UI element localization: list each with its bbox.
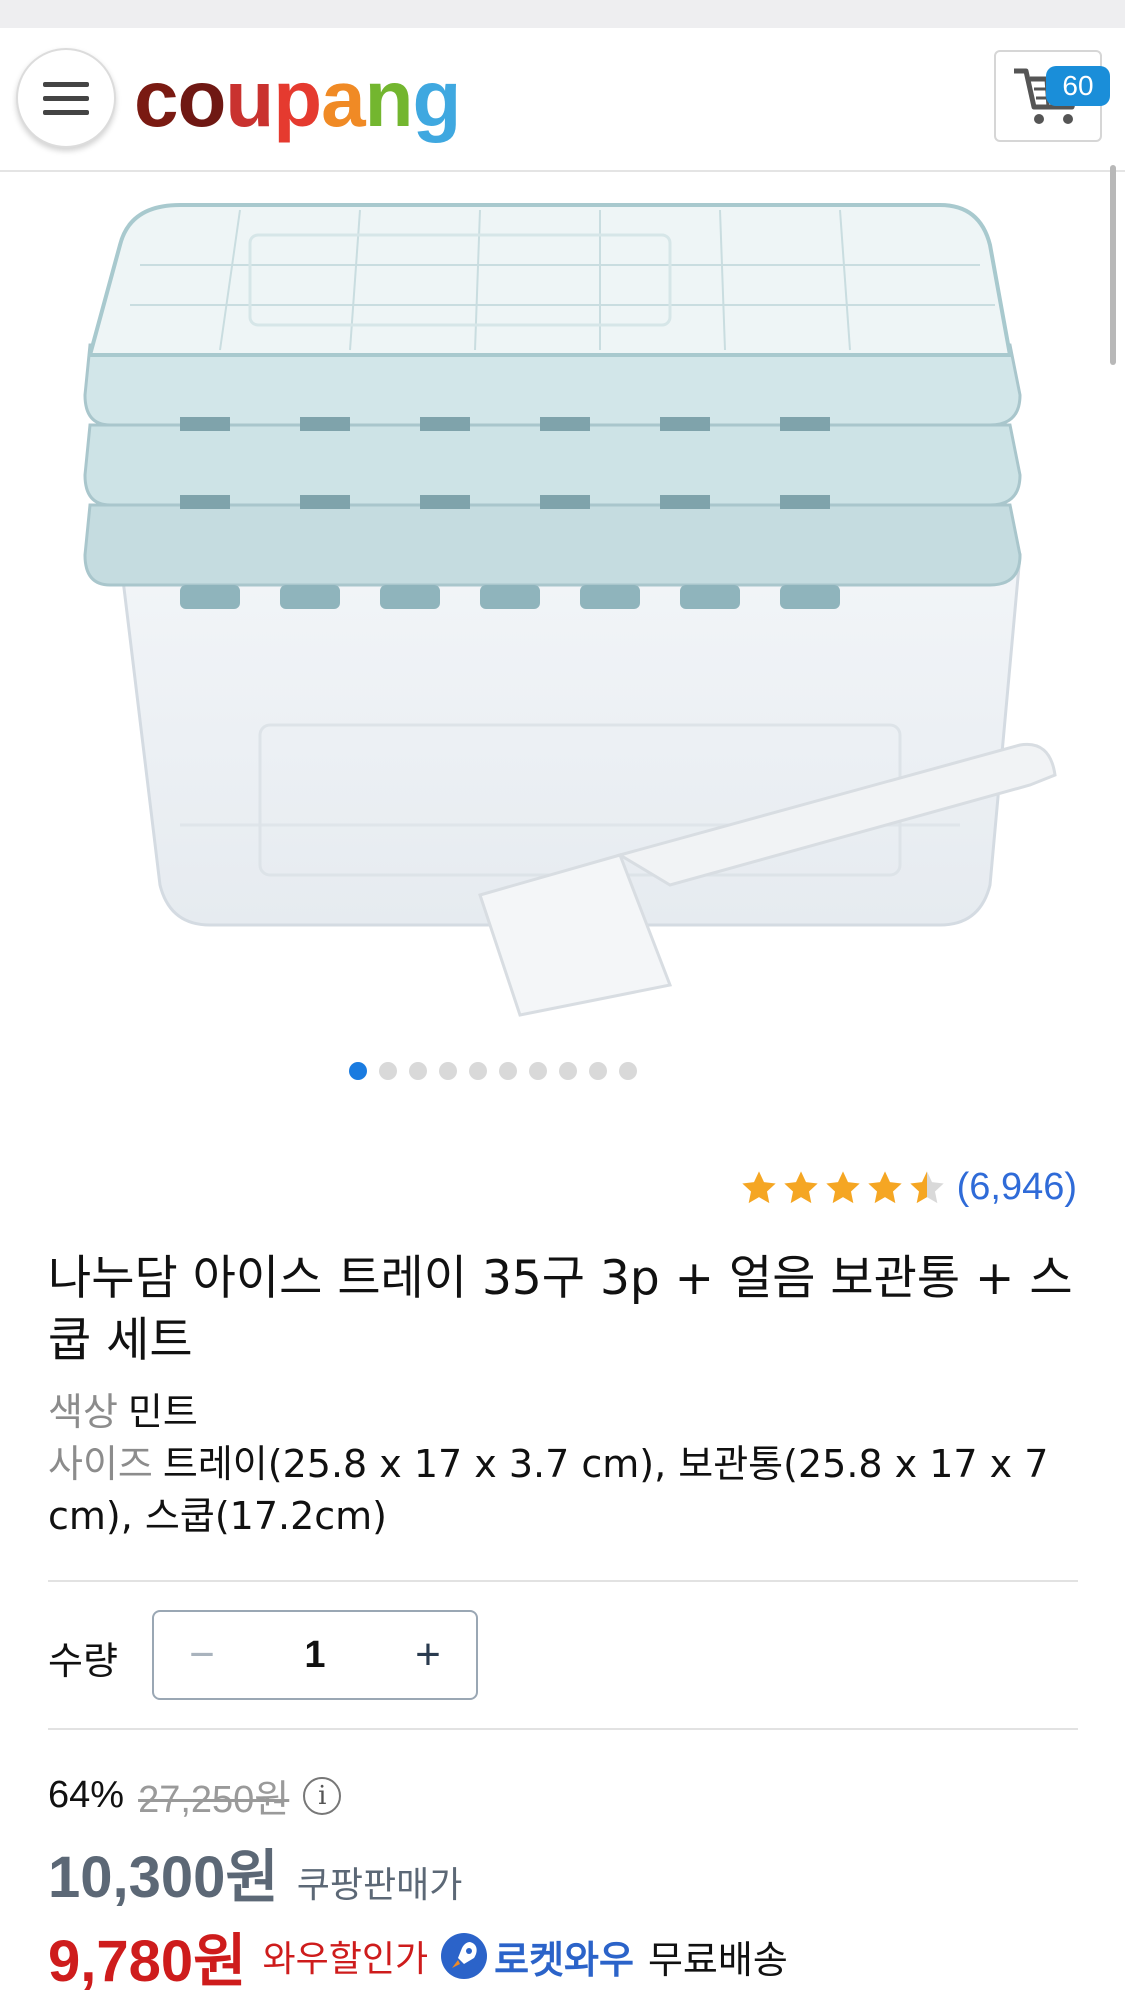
divider xyxy=(48,1580,1078,1582)
color-value: 민트 xyxy=(127,1390,198,1434)
scrollbar[interactable] xyxy=(1110,165,1116,365)
menu-button[interactable] xyxy=(16,48,116,148)
pagination-dot[interactable] xyxy=(588,1062,607,1080)
product-rating[interactable]: (6,946) xyxy=(739,1166,1077,1209)
pagination-dot[interactable] xyxy=(438,1062,457,1080)
sale-price: 10,300원 xyxy=(48,1845,279,1910)
rocket-wow-label: 로켓와우 xyxy=(494,1937,634,1982)
sale-price-label: 쿠팡판매가 xyxy=(296,1865,463,1906)
star-icon xyxy=(867,1170,902,1203)
rocket-wow-badge: 로켓와우 xyxy=(440,1929,634,1984)
half-star-icon xyxy=(909,1170,944,1203)
image-pagination xyxy=(0,1062,1125,1082)
pagination-dot[interactable] xyxy=(408,1062,427,1080)
star-rating xyxy=(739,1168,947,1208)
review-count[interactable]: (6,946) xyxy=(957,1166,1077,1209)
star-icon xyxy=(741,1170,776,1203)
product-image[interactable] xyxy=(60,185,1080,1045)
discount-row: 64% 27,250원 i xyxy=(48,1768,342,1823)
size-option: 사이즈 트레이(25.8 x 17 x 3.7 cm), 보관통(25.8 x 1… xyxy=(48,1438,1088,1542)
info-icon[interactable]: i xyxy=(303,1776,342,1815)
sale-price-row: 10,300원 쿠팡판매가 xyxy=(48,1830,462,1914)
wow-price-row: 9,780원 와우할인가 로켓와우 무료배송 xyxy=(48,1914,788,1998)
original-price: 27,250원 xyxy=(138,1779,290,1821)
pagination-dot[interactable] xyxy=(468,1062,487,1080)
product-title: 나누담 아이스 트레이 35구 3p + 얼음 보관통 + 스쿱 세트 xyxy=(48,1251,1073,1368)
discount-rate: 64% xyxy=(48,1774,125,1816)
pagination-dot[interactable] xyxy=(618,1062,637,1080)
status-strip xyxy=(0,0,1125,28)
divider xyxy=(48,1728,1078,1730)
quantity-value[interactable]: 1 xyxy=(250,1634,380,1677)
decrease-button[interactable]: − xyxy=(154,1612,250,1698)
pagination-dot[interactable] xyxy=(378,1062,397,1080)
increase-button[interactable]: + xyxy=(380,1612,476,1698)
rocket-icon xyxy=(441,1933,488,1979)
color-label: 색상 xyxy=(48,1390,118,1434)
size-label: 사이즈 xyxy=(48,1442,153,1486)
pagination-dot[interactable] xyxy=(558,1062,577,1080)
coupang-logo[interactable]: coupang xyxy=(134,54,461,144)
pagination-dot[interactable] xyxy=(498,1062,517,1080)
star-icon xyxy=(825,1170,860,1203)
cart-count-badge: 60 xyxy=(1046,66,1110,106)
pagination-dot[interactable] xyxy=(348,1062,367,1080)
size-value: 트레이(25.8 x 17 x 3.7 cm), 보관통(25.8 x 17 x… xyxy=(48,1442,1049,1538)
star-icon xyxy=(783,1170,818,1203)
wow-price-label: 와우할인가 xyxy=(262,1939,429,1980)
quantity-label: 수량 xyxy=(48,1639,118,1683)
wow-price: 9,780원 xyxy=(48,1929,247,1994)
header: coupang 60 xyxy=(0,28,1125,172)
hamburger-icon xyxy=(43,82,89,115)
pagination-dot[interactable] xyxy=(528,1062,547,1080)
free-shipping-label: 무료배송 xyxy=(647,1937,788,1982)
color-option: 색상 민트 xyxy=(48,1386,1088,1438)
quantity-stepper[interactable]: − 1 + xyxy=(152,1610,478,1700)
